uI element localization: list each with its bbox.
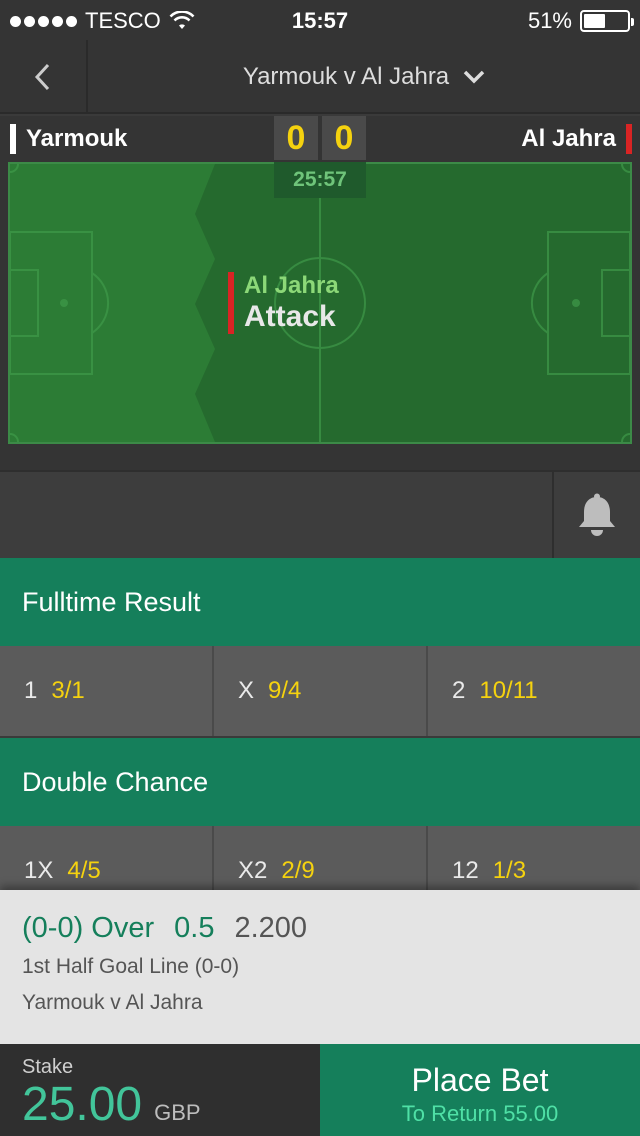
odds-value: 1/3 — [492, 857, 527, 884]
navigation-bar: Yarmouk v Al Jahra — [0, 40, 640, 114]
potential-return: To Return 55.00 — [401, 1101, 559, 1126]
status-bar: TESCO 15:57 51% — [0, 0, 640, 40]
odds-button[interactable]: 2 10/11 — [428, 646, 640, 736]
odds-label: 1 — [24, 677, 38, 704]
odds-label: X — [238, 677, 255, 704]
stake-input[interactable]: Stake 25.00 GBP — [22, 1056, 201, 1131]
home-color-bar — [10, 124, 16, 154]
selection-market: 1st Half Goal Line (0-0) — [22, 955, 240, 978]
selection-name: (0-0) Over — [22, 912, 155, 944]
odds-value: 9/4 — [268, 677, 302, 704]
home-team-name: Yarmouk — [26, 125, 128, 152]
odds-row-fulltime-result: 1 3/1 X 9/4 2 10/11 — [0, 646, 640, 736]
market-header-double-chance[interactable]: Double Chance — [0, 738, 640, 826]
away-color-bar — [626, 124, 632, 154]
stake-label: Stake — [22, 1056, 74, 1078]
back-button[interactable] — [0, 40, 88, 114]
place-bet-button[interactable]: Place Bet To Return 55.00 — [320, 1044, 640, 1136]
stake-amount: 25.00 — [22, 1078, 143, 1131]
odds-value: 3/1 — [51, 677, 85, 704]
match-title: Yarmouk v Al Jahra — [242, 63, 450, 90]
selection-event: Yarmouk v Al Jahra — [22, 991, 203, 1014]
away-team-name: Al Jahra — [521, 125, 616, 152]
away-team: Al Jahra — [521, 124, 632, 154]
scoreboard: Yarmouk 0 0 Al Jahra — [0, 116, 640, 162]
odds-label: 2 — [452, 677, 466, 704]
stake-bar: Stake 25.00 GBP Place Bet To Return 55.00 — [0, 1044, 640, 1136]
notification-button[interactable] — [552, 472, 640, 560]
stake-currency: GBP — [154, 1100, 201, 1125]
chevron-left-icon — [34, 63, 50, 91]
match-event: Al Jahra Attack — [228, 272, 339, 334]
battery-percent: 51% — [527, 8, 572, 33]
odds-label: 12 — [452, 857, 479, 884]
match-selector[interactable]: Yarmouk v Al Jahra — [88, 40, 640, 114]
odds-button[interactable]: 1 3/1 — [0, 646, 214, 736]
battery-icon — [580, 10, 634, 32]
selection-price: 2.200 — [234, 912, 308, 944]
selection-handicap: 0.5 — [174, 912, 215, 944]
market-header-fulltime-result[interactable]: Fulltime Result — [0, 558, 640, 646]
odds-value: 10/11 — [479, 677, 538, 704]
betslip-selection[interactable]: (0-0) Over 0.5 2.200 1st Half Goal Line … — [0, 890, 640, 1044]
match-clock: 25:57 — [274, 162, 366, 198]
selection-line: (0-0) Over 0.5 2.200 — [22, 912, 618, 945]
odds-value: 4/5 — [67, 857, 101, 884]
event-team: Al Jahra — [244, 272, 339, 299]
match-info-bar — [0, 470, 640, 560]
place-bet-label: Place Bet — [411, 1062, 549, 1098]
chevron-down-icon — [463, 70, 485, 84]
odds-value: 2/9 — [281, 857, 315, 884]
bell-icon — [579, 493, 615, 536]
odds-label: 1X — [24, 857, 54, 884]
odds-label: X2 — [238, 857, 268, 884]
home-team: Yarmouk — [10, 124, 127, 154]
away-score: 0 — [322, 116, 366, 160]
home-score: 0 — [274, 116, 318, 160]
event-action: Attack — [244, 300, 336, 333]
battery-group: 51% — [527, 8, 634, 34]
odds-button[interactable]: X 9/4 — [214, 646, 428, 736]
